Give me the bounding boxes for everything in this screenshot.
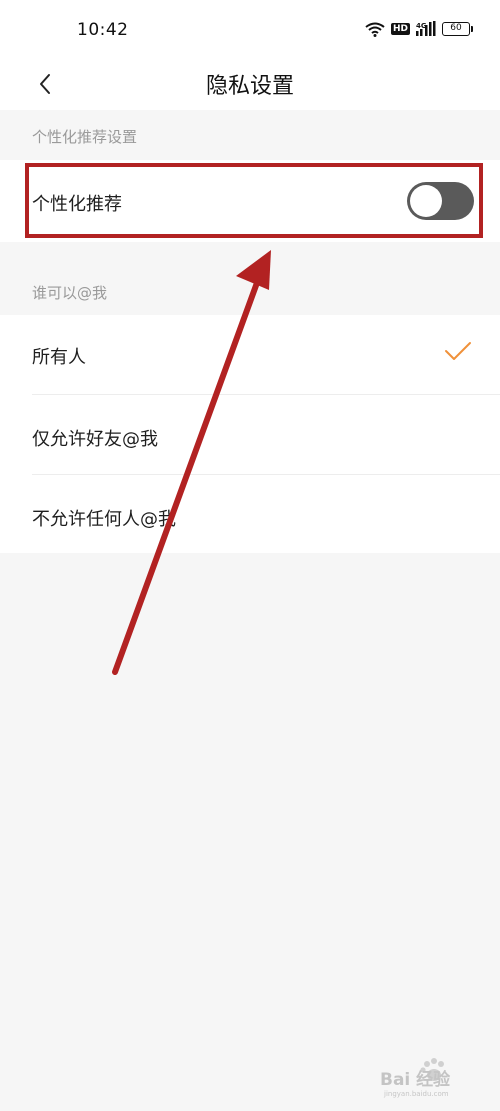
wifi-icon xyxy=(365,22,385,37)
personalized-recommendation-toggle[interactable] xyxy=(407,182,474,220)
baidu-jingyan-watermark: Bai 经验 jingyan.baidu.com xyxy=(380,1058,451,1098)
mention-option-nobody[interactable]: 不允许任何人@我 xyxy=(0,475,500,553)
section-header-label: 谁可以@我 xyxy=(32,284,108,302)
watermark-sub: jingyan.baidu.com xyxy=(383,1090,449,1098)
battery-level: 60 xyxy=(450,23,462,33)
hd-badge: HD xyxy=(390,23,410,35)
section-header-mentions: 谁可以@我 xyxy=(0,242,500,315)
section-header-personalization: 个性化推荐设置 xyxy=(0,110,500,160)
row-label: 个性化推荐 xyxy=(32,194,122,215)
checkmark-icon xyxy=(445,342,471,360)
option-label: 仅允许好友@我 xyxy=(32,429,158,450)
nav-bar: 隐私设置 xyxy=(0,60,500,110)
toggle-knob xyxy=(410,185,442,217)
status-bar: 10:42 HD 4G 60 xyxy=(0,0,500,60)
status-time: 10:42 xyxy=(77,20,129,40)
status-icons: HD 4G 60 xyxy=(365,21,473,37)
battery-icon: 60 xyxy=(442,22,473,36)
page-title: 隐私设置 xyxy=(205,74,294,99)
personalized-recommendation-row[interactable]: 个性化推荐 xyxy=(0,160,500,242)
mention-option-friends-only[interactable]: 仅允许好友@我 xyxy=(0,395,500,475)
option-label: 不允许任何人@我 xyxy=(32,509,176,530)
section-header-label: 个性化推荐设置 xyxy=(32,128,138,146)
option-label: 所有人 xyxy=(32,347,86,368)
watermark-text: Bai 经验 xyxy=(380,1069,451,1090)
mention-option-everyone[interactable]: 所有人 xyxy=(0,315,500,395)
cellular-signal-icon: 4G xyxy=(416,21,436,36)
